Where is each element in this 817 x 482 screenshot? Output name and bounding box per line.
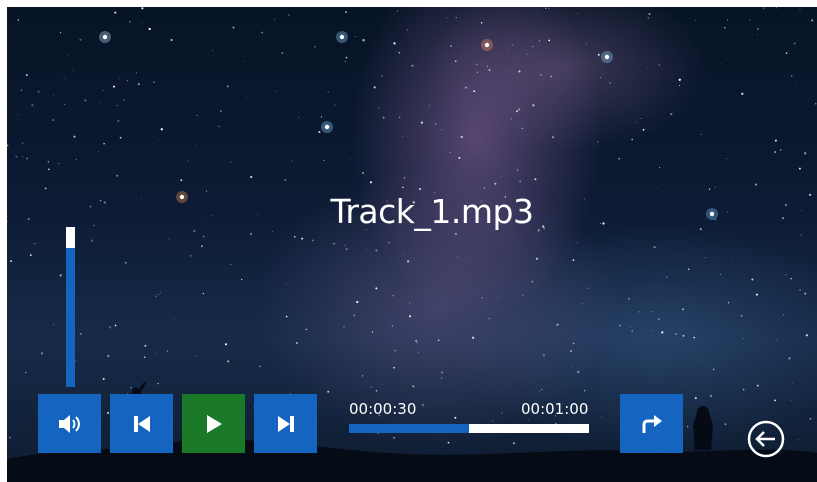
forward-button[interactable] [620, 394, 683, 453]
progress-bar[interactable] [349, 424, 589, 433]
previous-track-button[interactable] [110, 394, 173, 453]
progress-fill [349, 424, 469, 433]
play-icon [206, 414, 222, 433]
back-arrow-icon [747, 420, 785, 458]
forward-arrow-icon [642, 414, 662, 433]
next-track-button[interactable] [254, 394, 317, 453]
track-title: Track_1.mp3 [330, 192, 534, 231]
volume-slider[interactable] [66, 227, 75, 387]
play-button[interactable] [182, 394, 245, 453]
back-button[interactable] [747, 420, 785, 458]
volume-level-fill [66, 247, 75, 387]
total-time: 00:01:00 [521, 400, 589, 418]
player-screen: Track_1.mp3 00:00:30 00:01:00 [7, 7, 817, 482]
speaker-icon [58, 414, 80, 433]
volume-button[interactable] [38, 394, 101, 453]
skip-previous-icon [133, 415, 150, 432]
skip-next-icon [277, 415, 294, 432]
current-time: 00:00:30 [349, 400, 417, 418]
